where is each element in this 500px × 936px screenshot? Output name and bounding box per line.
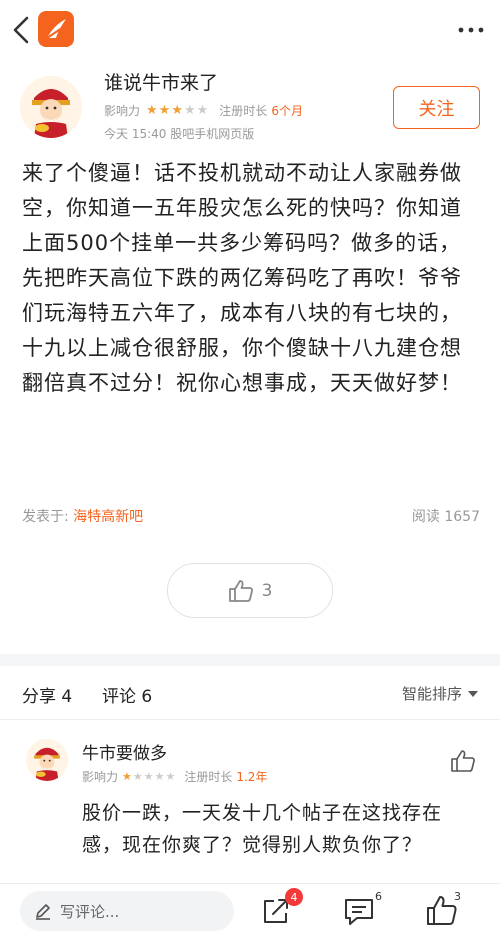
write-comment-input[interactable]: 写评论... [20,891,234,931]
tab-share[interactable]: 分享 4 [22,682,72,707]
app-logo [38,11,74,47]
reg-value: 1.2年 [236,770,268,784]
commenter-meta: 影响力 ★★★★★ 注册时长 1.2年 [82,768,267,785]
influence-stars: ★★★★★ [146,103,210,118]
bottom-like-count: 3 [454,890,461,903]
comment-count: 6 [375,890,382,903]
read-count: 阅读 1657 [412,506,480,526]
author-name[interactable]: 谁说牛市来了 [104,68,218,95]
sort-label: 智能排序 [401,685,462,703]
author-meta: 影响力 ★★★★★ 注册时长 6个月 [104,102,303,119]
pencil-icon [36,904,50,920]
influence-stars: ★★★★★ [122,770,177,783]
influence-label: 影响力 [104,104,141,118]
comment-tabs: 分享 4 评论 6 智能排序 [0,666,500,720]
tab-comment[interactable]: 评论 6 [102,682,152,707]
reads-label: 阅读 [411,509,440,525]
sort-dropdown[interactable]: 智能排序 [402,683,478,704]
follow-button[interactable]: 关注 [393,86,480,129]
like-button[interactable]: 3 [167,563,333,618]
published-label: 发表于: [22,509,69,525]
like-count: 3 [261,580,273,601]
top-bar [0,0,500,60]
comment-item: 牛市要做多 影响力 ★★★★★ 注册时长 1.2年 股价一跌，一天发十几个帖子在… [0,721,500,883]
author-avatar[interactable] [20,76,82,138]
comment-text: 股价一跌，一天发十几个帖子在这找存在感，现在你爽了？觉得别人欺负你了？ [82,802,443,856]
comment-icon[interactable] [342,894,376,928]
reg-label: 注册时长 [184,770,233,784]
post-header: 谁说牛市来了 影响力 ★★★★★ 注册时长 6个月 今天 15:40 股吧手机网… [0,62,500,146]
thumbs-up-icon[interactable] [450,749,476,773]
more-icon[interactable] [456,20,486,40]
commenter-name[interactable]: 牛市要做多 [82,739,167,764]
bottom-bar: 写评论... 4 6 3 [0,883,500,936]
thumbs-up-icon [228,579,253,602]
post-content: 来了个傻逼！话不投机就动不动让人家融券做空，你知道一五年股灾怎么死的快吗？你知道… [22,161,462,395]
reg-value: 6个月 [271,104,303,118]
share-badge: 4 [285,888,303,906]
dropdown-triangle-icon [468,690,478,697]
section-divider [0,654,500,666]
write-comment-placeholder: 写评论... [60,902,120,921]
post-time-source: 今天 15:40 股吧手机网页版 [104,127,255,141]
reg-label: 注册时长 [219,104,268,118]
influence-label: 影响力 [82,770,119,784]
reads-value: 1657 [444,509,480,525]
back-arrow-icon[interactable] [10,14,34,46]
commenter-avatar[interactable] [26,739,68,781]
published-in: 发表于: 海特高新吧 [22,506,143,526]
bar-link[interactable]: 海特高新吧 [73,509,143,525]
